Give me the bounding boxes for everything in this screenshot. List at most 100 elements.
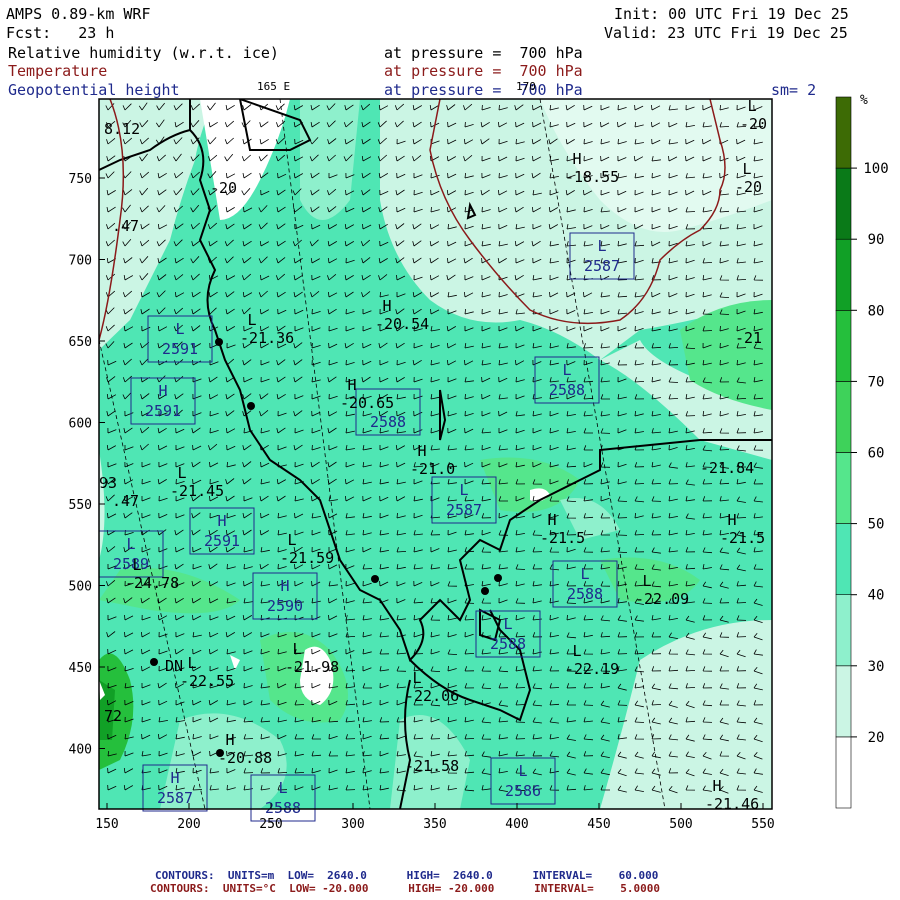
colorbar-label: 20 [868,730,885,746]
svg-text:L: L [292,640,301,658]
footer-temp-contours: CONTOURS: UNITS=°C LOW= -20.000 HIGH= -2… [150,882,660,895]
y-tick-label: 500 [69,580,92,595]
svg-text:L: L [287,531,296,549]
svg-text:L: L [175,320,184,338]
svg-text:2588: 2588 [549,381,585,399]
temperature-label: 8.12 [104,120,140,138]
colorbar-swatch [835,594,852,667]
svg-text:2591: 2591 [145,402,181,420]
svg-text:2587: 2587 [157,789,193,807]
svg-text:2587: 2587 [446,501,482,519]
x-tick-label: 450 [587,817,610,832]
temperature-label: .47 [112,492,139,510]
svg-text:-21.0: -21.0 [410,460,455,478]
svg-text:L: L [247,311,256,329]
svg-text:2588: 2588 [490,635,526,653]
svg-text:-20.88: -20.88 [218,749,272,767]
x-tick-label: 550 [751,817,774,832]
svg-text:L: L [177,464,186,482]
svg-text:L: L [412,669,421,687]
svg-text:H: H [280,577,289,595]
colorbar: % 100 90 80 70 60 50 40 30 20 [835,93,889,809]
colorbar-swatch [835,167,852,240]
svg-text:72: 72 [104,707,122,725]
y-tick-label: 700 [69,254,92,269]
svg-text:-21.45: -21.45 [170,482,224,500]
colorbar-label: 50 [868,517,885,533]
svg-text:H: H [225,731,234,749]
temperature-label: DN [165,657,183,675]
colorbar-unit: % [860,93,868,108]
svg-text:2588: 2588 [567,585,603,603]
colorbar-label: 40 [868,588,885,604]
svg-text:-21.5: -21.5 [720,529,765,547]
svg-text:L: L [278,779,287,797]
colorbar-swatch [835,665,852,738]
svg-text:-21.98: -21.98 [285,658,339,676]
svg-text:-20: -20 [735,178,762,196]
svg-text:-22.19: -22.19 [565,660,619,678]
colorbar-swatch [835,238,852,311]
colorbar-label: 80 [868,303,885,319]
svg-text:-21.59: -21.59 [280,549,334,567]
temperature-label: -20 [210,179,237,197]
x-tick-label: 400 [505,817,528,832]
svg-text:-20.65: -20.65 [340,394,394,412]
temperature-label: -21 [735,329,762,347]
colorbar-label: 100 [863,161,888,177]
svg-text:L: L [459,481,468,499]
svg-text:-22.06: -22.06 [405,687,459,705]
svg-text:-20: -20 [740,115,767,133]
svg-text:L: L [572,642,581,660]
svg-text:.47: .47 [112,217,139,235]
svg-text:2591: 2591 [204,532,240,550]
svg-text:-22.55: -22.55 [180,672,234,690]
svg-text:-20: -20 [210,179,237,197]
x-tick-label: 300 [341,817,364,832]
y-tick-label: 400 [69,743,92,758]
map-figure: L 2591 H 2591 H 2591 L 2589 H 2590 2588 L 2587 L 2587 L… [69,93,889,832]
svg-text:L: L [642,572,651,590]
svg-text:2591: 2591 [162,340,198,358]
y-tick-label: 600 [69,417,92,432]
x-tick-label: 200 [177,817,200,832]
svg-text:2590: 2590 [267,597,303,615]
svg-text:L: L [126,535,135,553]
y-tick-label: 550 [69,498,92,513]
svg-text:L: L [562,361,571,379]
svg-text:-18.55: -18.55 [565,168,619,186]
svg-text:H: H [217,512,226,530]
x-tick-label: 350 [423,817,446,832]
svg-text:H: H [572,150,581,168]
svg-text:H: H [727,511,736,529]
y-tick-label: 750 [69,172,92,187]
x-tick-label: 150 [95,817,118,832]
svg-text:2587: 2587 [584,257,620,275]
svg-text:H: H [382,297,391,315]
y-tick-label: 450 [69,661,92,676]
svg-text:93: 93 [99,474,117,492]
svg-text:L: L [580,565,589,583]
colorbar-swatch [835,96,852,169]
svg-text:H: H [158,382,167,400]
svg-text:H: H [547,511,556,529]
colorbar-label: 90 [868,232,885,248]
svg-text:-22.09: -22.09 [635,590,689,608]
svg-text:L: L [187,654,196,672]
svg-text:2589: 2589 [113,555,149,573]
svg-text:-21.46: -21.46 [705,795,759,813]
svg-text:-21.84: -21.84 [700,459,754,477]
colorbar-swatch [835,523,852,595]
svg-text:-24.78: -24.78 [125,574,179,592]
svg-text:-21: -21 [735,329,762,347]
svg-text:-21.58: -21.58 [405,757,459,775]
svg-text:DN: DN [165,657,183,675]
svg-text:L: L [742,160,751,178]
temperature-label: -21.84 [700,459,754,477]
x-tick-label: 500 [669,817,692,832]
colorbar-label: 70 [868,374,885,390]
svg-text:H: H [712,777,721,795]
temperature-label: 72 [104,707,122,725]
colorbar-swatch [835,309,852,382]
svg-text:.47: .47 [112,492,139,510]
